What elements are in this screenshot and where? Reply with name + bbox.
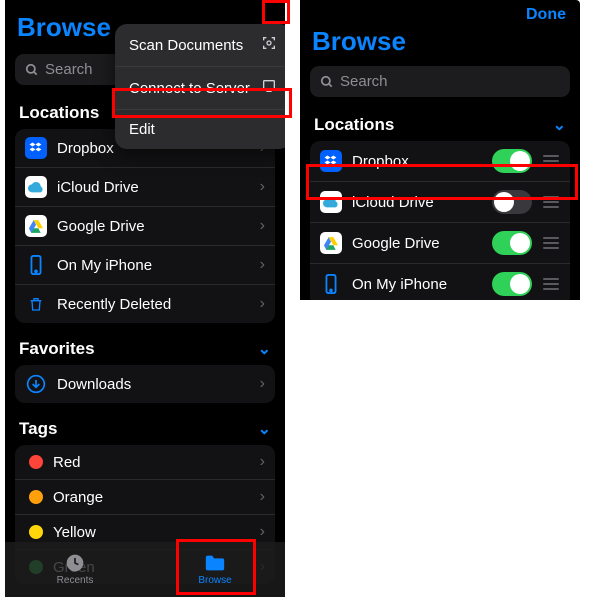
row-label: On My iPhone	[57, 257, 250, 274]
downloads-icon	[25, 373, 47, 395]
toggle-dropbox[interactable]	[492, 149, 532, 173]
row-label: Google Drive	[57, 218, 250, 235]
tab-bar: Recents Browse	[5, 542, 285, 597]
search-placeholder: Search	[340, 73, 388, 90]
location-icloud: iCloud Drive	[310, 182, 570, 223]
toggle-onmyiphone[interactable]	[492, 272, 532, 296]
row-label: On My iPhone	[352, 276, 482, 293]
favorite-downloads[interactable]: Downloads ›	[15, 365, 275, 403]
locations-header-row[interactable]: Locations ⌄	[300, 107, 580, 141]
row-label: Red	[53, 454, 250, 471]
location-googledrive: Google Drive	[310, 223, 570, 264]
row-label: iCloud Drive	[352, 194, 482, 211]
locations-edit-list: Dropbox iCloud Drive Google Drive	[310, 141, 570, 300]
context-menu: Scan Documents Connect to Server Edit	[115, 24, 285, 149]
icloud-icon	[320, 191, 342, 213]
chevron-right-icon: ›	[260, 523, 265, 541]
search-icon	[25, 63, 39, 77]
location-googledrive[interactable]: Google Drive ›	[15, 207, 275, 246]
tag-orange[interactable]: Orange ›	[15, 480, 275, 515]
tag-red[interactable]: Red ›	[15, 445, 275, 480]
location-icloud[interactable]: iCloud Drive ›	[15, 168, 275, 207]
done-button[interactable]: Done	[526, 6, 566, 24]
menu-label: Scan Documents	[129, 37, 243, 54]
chevron-right-icon: ›	[260, 453, 265, 471]
chevron-right-icon: ›	[260, 178, 265, 196]
chevron-right-icon: ›	[260, 488, 265, 506]
toggle-googledrive[interactable]	[492, 231, 532, 255]
tag-dot-orange	[29, 490, 43, 504]
chevron-down-icon: ⌄	[258, 339, 271, 359]
folder-icon	[204, 553, 226, 573]
menu-scan-documents[interactable]: Scan Documents	[115, 24, 285, 67]
search-placeholder: Search	[45, 61, 93, 78]
iphone-icon	[25, 254, 47, 276]
favorites-list: Downloads ›	[15, 365, 275, 403]
googledrive-icon	[320, 232, 342, 254]
tags-header: Tags	[19, 419, 57, 439]
tags-header-row[interactable]: Tags ⌄	[5, 411, 285, 445]
toggle-icloud[interactable]	[492, 190, 532, 214]
tab-browse[interactable]: Browse	[145, 542, 285, 597]
row-label: Orange	[53, 489, 250, 506]
phone-left: Browse Search Locations Dropbox ›	[5, 0, 285, 597]
scan-icon	[261, 35, 277, 55]
tag-dot-red	[29, 455, 43, 469]
dropbox-icon	[25, 137, 47, 159]
location-recentlydeleted[interactable]: Recently Deleted ›	[15, 285, 275, 323]
chevron-right-icon: ›	[260, 217, 265, 235]
favorites-header-row[interactable]: Favorites ⌄	[5, 331, 285, 365]
reorder-handle[interactable]	[542, 196, 560, 208]
search-icon	[320, 75, 334, 89]
clock-icon	[64, 553, 86, 573]
menu-label: Connect to Server	[129, 80, 250, 97]
row-label: Recently Deleted	[57, 296, 250, 313]
chevron-down-icon: ⌄	[258, 419, 271, 439]
row-label: Dropbox	[352, 153, 482, 170]
menu-connect-to-server[interactable]: Connect to Server	[115, 67, 285, 110]
tab-recents[interactable]: Recents	[5, 542, 145, 597]
reorder-handle[interactable]	[542, 237, 560, 249]
header: Browse	[300, 24, 580, 62]
tag-dot-yellow	[29, 525, 43, 539]
search-field[interactable]: Search	[310, 66, 570, 97]
trash-icon	[25, 293, 47, 315]
chevron-right-icon: ›	[260, 256, 265, 274]
chevron-down-icon: ⌄	[553, 115, 566, 135]
row-label: Yellow	[53, 524, 250, 541]
locations-header: Locations	[19, 103, 99, 123]
locations-list: Dropbox › iCloud Drive › Google Drive ›	[15, 129, 275, 323]
chevron-right-icon: ›	[260, 295, 265, 313]
location-dropbox: Dropbox	[310, 141, 570, 182]
phone-right: Done Browse Search Locations ⌄ Dropbox	[300, 0, 580, 300]
favorites-header: Favorites	[19, 339, 95, 359]
reorder-handle[interactable]	[542, 155, 560, 167]
locations-header: Locations	[314, 115, 394, 135]
location-onmyiphone[interactable]: On My iPhone ›	[15, 246, 275, 285]
tab-label: Browse	[198, 575, 231, 586]
menu-edit[interactable]: Edit	[115, 110, 285, 149]
server-icon	[261, 78, 277, 98]
menu-label: Edit	[129, 121, 155, 138]
page-title: Browse	[312, 26, 406, 57]
icloud-icon	[25, 176, 47, 198]
location-onmyiphone: On My iPhone	[310, 264, 570, 300]
tab-label: Recents	[57, 575, 94, 586]
row-label: Downloads	[57, 376, 250, 393]
googledrive-icon	[25, 215, 47, 237]
iphone-icon	[320, 273, 342, 295]
dropbox-icon	[320, 150, 342, 172]
row-label: iCloud Drive	[57, 179, 250, 196]
reorder-handle[interactable]	[542, 278, 560, 290]
chevron-right-icon: ›	[260, 375, 265, 393]
page-title: Browse	[17, 12, 111, 43]
row-label: Google Drive	[352, 235, 482, 252]
